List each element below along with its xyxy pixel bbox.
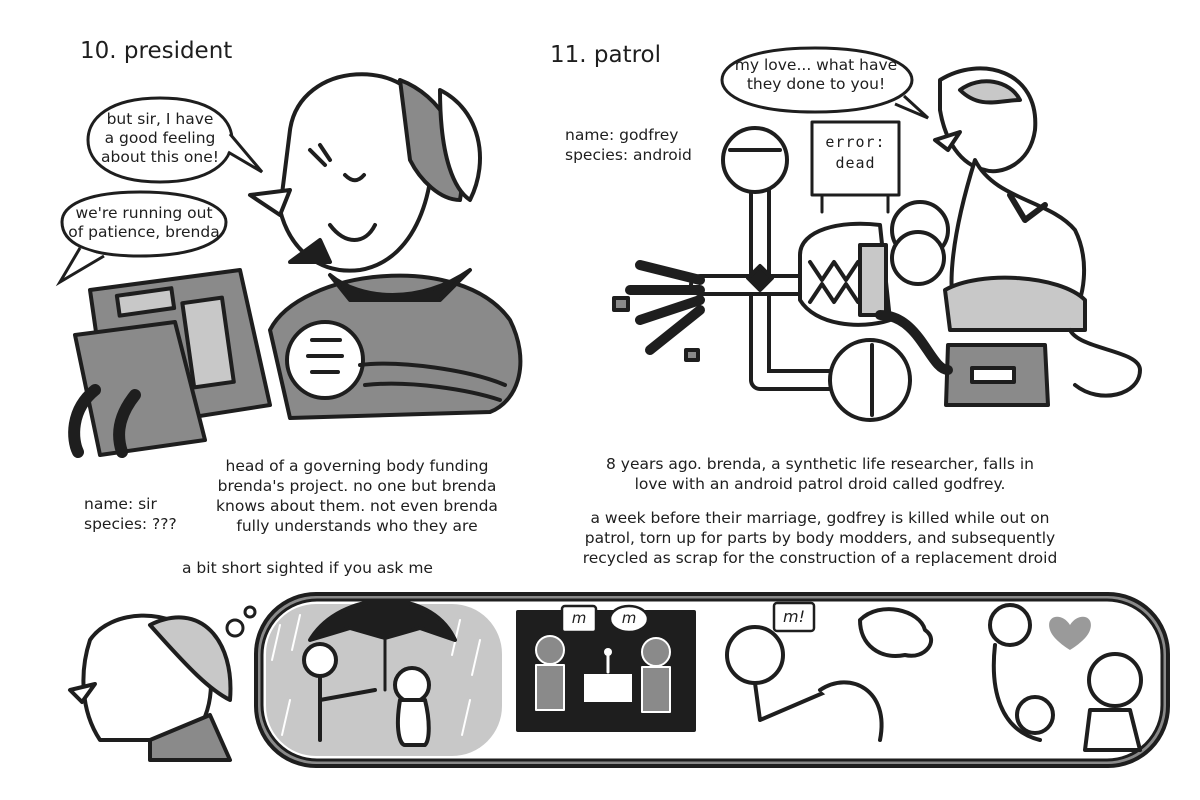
president-speech-bubble-1: but sir, I have a good feeling about thi… <box>98 110 222 167</box>
paragraph-line: 8 years ago. brenda, a synthetic life re… <box>605 455 1034 473</box>
president-description: head of a governing body funding brenda'… <box>212 456 502 536</box>
bubble-line: about this one! <box>101 148 219 166</box>
president-speech-bubble-2: we're running out of patience, brenda <box>66 204 222 242</box>
patrol-name-block: name: godfrey species: android <box>565 125 692 165</box>
error-sign-line: dead <box>835 154 876 172</box>
president-title: 10. president <box>80 38 233 64</box>
patrol-speech-bubble: my love... what have they done to you! <box>730 56 902 94</box>
description-line: knows about them. not even brenda <box>216 497 498 515</box>
bubble-line: of patience, brenda <box>68 223 220 241</box>
paragraph-line: love with an android patrol droid called… <box>634 475 1006 493</box>
patrol-illustration <box>612 66 1142 422</box>
flashback-bubble-3: m! <box>783 607 805 626</box>
error-sign: error: dead <box>812 132 899 174</box>
patrol-paragraph-1: 8 years ago. brenda, a synthetic life re… <box>580 454 1060 494</box>
patrol-title: 11. patrol <box>550 42 662 68</box>
paragraph-line: patrol, torn up for parts by body modder… <box>584 529 1056 547</box>
description-line: brenda's project. no one but brenda <box>217 477 497 495</box>
error-sign-line: error: <box>825 133 886 151</box>
flashback-bubble-2: m <box>621 609 637 627</box>
patrol-species: species: android <box>565 146 692 164</box>
president-name: name: sir <box>84 495 157 513</box>
description-line: head of a governing body funding <box>225 457 489 475</box>
patrol-paragraph-2: a week before their marriage, godfrey is… <box>570 508 1070 568</box>
president-aside: a bit short sighted if you ask me <box>182 559 433 577</box>
paragraph-line: recycled as scrap for the construction o… <box>582 549 1058 567</box>
bubble-line: but sir, I have <box>106 110 214 128</box>
bubble-line: a good feeling <box>104 129 216 147</box>
bubble-line: we're running out <box>75 204 213 222</box>
paragraph-line: a week before their marriage, godfrey is… <box>590 509 1050 527</box>
description-line: fully understands who they are <box>236 517 478 535</box>
bubble-line: they done to you! <box>746 75 886 93</box>
flashback-bubble-1: m <box>571 609 587 627</box>
bubble-line: my love... what have <box>734 56 898 74</box>
president-species: species: ??? <box>84 515 177 533</box>
patrol-name: name: godfrey <box>565 126 679 144</box>
president-name-block: name: sir species: ??? <box>84 494 177 534</box>
